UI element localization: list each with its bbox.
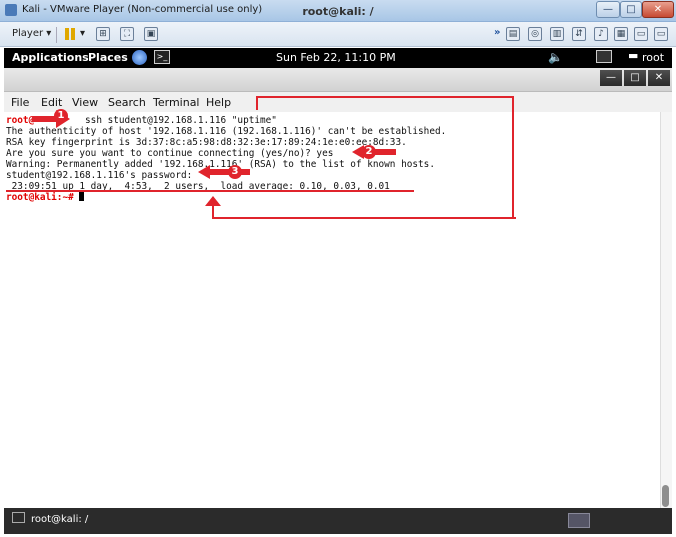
unity-icon[interactable]: ▣	[144, 27, 158, 41]
floppy-icon[interactable]: ▦	[614, 27, 628, 41]
panel-clock[interactable]: Sun Feb 22, 11:10 PM	[276, 51, 396, 64]
pause-dropdown-icon[interactable]: ▾	[80, 28, 85, 39]
message-icon[interactable]: ▭	[634, 27, 648, 41]
workspace-switcher[interactable]	[568, 513, 590, 528]
annotation-bracket-top	[256, 96, 514, 219]
annotation-badge-1: 1	[54, 109, 68, 123]
more-toolbar-icon[interactable]: »	[494, 27, 500, 38]
terminal-minimize-button[interactable]: —	[600, 70, 622, 86]
usb-icon[interactable]: ⇵	[572, 27, 586, 41]
menu-view[interactable]: View	[72, 96, 98, 109]
terminal-titlebar	[4, 68, 672, 92]
text-cursor	[79, 192, 85, 201]
terminal-maximize-button[interactable]: □	[624, 70, 646, 86]
pause-icon[interactable]	[64, 27, 76, 41]
printer-icon[interactable]: ▤	[506, 27, 520, 41]
menu-help[interactable]: Help	[206, 96, 231, 109]
disk-icon[interactable]: ▥	[550, 27, 564, 41]
places-menu[interactable]: Places	[88, 51, 128, 64]
menu-file[interactable]: File	[11, 96, 29, 109]
browser-icon[interactable]	[132, 50, 147, 65]
annotation-return-line	[212, 204, 214, 219]
user-menu[interactable]: root	[642, 51, 664, 64]
menu-terminal[interactable]: Terminal	[153, 96, 200, 109]
menu-search[interactable]: Search	[108, 96, 146, 109]
annotation-bracket-left-stub	[256, 96, 258, 110]
annotation-up-arrowhead	[205, 196, 221, 206]
taskbar-terminal-item[interactable]: root@kali: /	[12, 512, 88, 530]
terminal-line: student@192.168.1.116's password:	[6, 170, 193, 181]
terminal-close-button[interactable]: ✕	[648, 70, 670, 86]
player-menu-button[interactable]: Player ▾	[12, 28, 51, 39]
annotation-badge-3: 3	[228, 165, 242, 179]
scrollbar-thumb[interactable]	[662, 485, 669, 507]
terminal-line: root@kali:~#	[6, 192, 85, 203]
applications-menu[interactable]: Applications	[12, 51, 89, 64]
terminal-launcher-icon[interactable]: >_	[154, 50, 170, 64]
network-adapter-icon[interactable]: ▭	[654, 27, 668, 41]
fullscreen-icon[interactable]: ⛶	[120, 27, 134, 41]
terminal-title: root@kali: /	[302, 5, 374, 18]
menu-edit[interactable]: Edit	[41, 96, 62, 109]
annotation-bracket-bottom	[212, 217, 516, 219]
network-status-icon[interactable]	[596, 50, 612, 63]
sound-device-icon[interactable]: ♪	[594, 27, 608, 41]
terminal-small-icon	[12, 512, 25, 523]
toolbar-divider	[56, 27, 57, 43]
cd-icon[interactable]: ◎	[528, 27, 542, 41]
network-devices-icon[interactable]: ⊞	[96, 27, 110, 41]
user-chat-icon: ▬	[628, 49, 639, 62]
terminal-scrollbar[interactable]	[660, 112, 672, 508]
volume-icon[interactable]: 🔈	[548, 50, 563, 64]
